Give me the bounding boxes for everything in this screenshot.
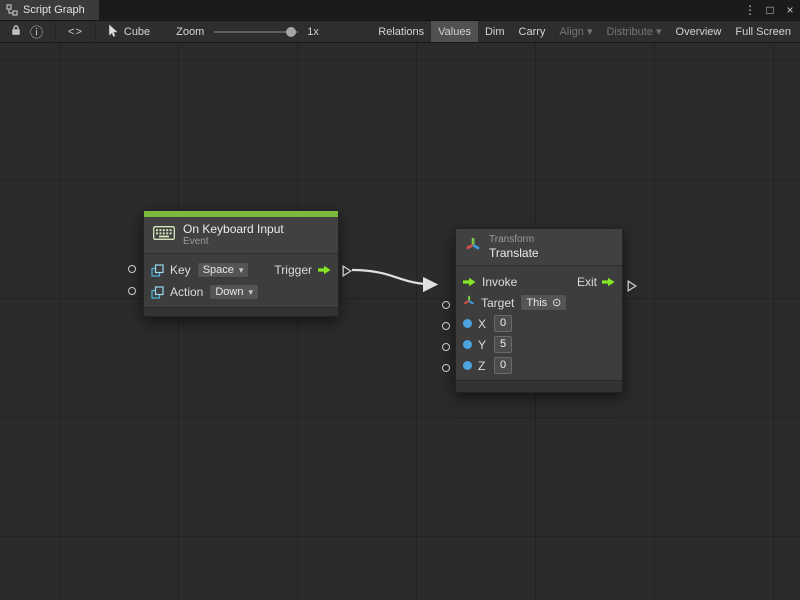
script-graph-icon xyxy=(6,4,18,16)
lock-icon xyxy=(10,24,22,39)
titlebar: Script Graph ⋮ □ × xyxy=(0,0,800,20)
exit-flow-arrow-icon xyxy=(602,277,615,287)
trigger-label: Trigger xyxy=(274,263,312,277)
graph-canvas[interactable]: On Keyboard Input Event Key Space ▾ Trig… xyxy=(0,43,800,600)
node-footer xyxy=(144,307,338,316)
y-input[interactable]: 5 xyxy=(494,336,512,353)
relations-button[interactable]: Relations xyxy=(371,21,431,42)
carry-button[interactable]: Carry xyxy=(512,21,553,42)
toolbar-button-group: Relations Values Dim Carry Align ▾ Distr… xyxy=(371,21,798,42)
z-input[interactable]: 0 xyxy=(494,357,512,374)
overview-button[interactable]: Overview xyxy=(669,21,729,42)
node-category: Transform xyxy=(489,234,539,246)
target-row: Target This ⊙ xyxy=(456,292,622,313)
key-dropdown[interactable]: Space ▾ xyxy=(197,262,250,278)
toolbar-separator xyxy=(95,20,96,43)
invoke-flow-arrow-icon xyxy=(463,277,476,287)
value-input-icon xyxy=(151,286,164,299)
zoom-value: 1x xyxy=(307,26,319,38)
target-object-label: Cube xyxy=(124,26,150,38)
z-value-port[interactable] xyxy=(442,364,450,372)
cursor-icon xyxy=(108,24,119,40)
axis-icon xyxy=(463,295,475,310)
value-port-dot-icon xyxy=(463,319,472,328)
x-field-row: X 0 xyxy=(456,313,622,334)
chevron-down-icon: ▾ xyxy=(248,287,253,298)
maximize-button[interactable]: □ xyxy=(760,0,780,20)
graph-toolbar: ⓘ <> Cube Zoom 1x Relations Values Dim C… xyxy=(0,20,800,43)
zoom-slider-handle[interactable] xyxy=(286,27,296,37)
move-tool-icon xyxy=(465,237,481,258)
key-label: Key xyxy=(170,263,191,277)
target-object-chip[interactable]: This ⊙ xyxy=(520,294,567,311)
zoom-slider[interactable] xyxy=(214,26,298,38)
action-dropdown[interactable]: Down ▾ xyxy=(209,284,259,300)
exit-output-port[interactable] xyxy=(627,279,637,297)
fullscreen-button[interactable]: Full Screen xyxy=(728,21,798,42)
chevron-down-icon: ▾ xyxy=(239,265,244,276)
target-value-port[interactable] xyxy=(442,301,450,309)
node-body: Invoke Exit Target This ⊙ xyxy=(456,266,622,380)
value-input-icon xyxy=(151,264,164,277)
value-port-dot-icon xyxy=(463,361,472,370)
lock-button[interactable] xyxy=(6,21,26,42)
x-input[interactable]: 0 xyxy=(494,315,512,332)
window-controls: ⋮ □ × xyxy=(740,0,800,20)
keyboard-icon xyxy=(153,226,175,245)
distribute-dropdown[interactable]: Distribute ▾ xyxy=(599,21,668,42)
node-body: Key Space ▾ Trigger Action xyxy=(144,254,338,307)
x-value-port[interactable] xyxy=(442,322,450,330)
exit-label: Exit xyxy=(577,275,597,289)
y-value-port[interactable] xyxy=(442,343,450,351)
target-value: This xyxy=(526,297,547,309)
node-title: On Keyboard Input xyxy=(183,222,284,236)
node-on-keyboard-input[interactable]: On Keyboard Input Event Key Space ▾ Trig… xyxy=(143,210,339,317)
action-label: Action xyxy=(170,285,203,299)
tab-label: Script Graph xyxy=(23,4,85,16)
target-label: Target xyxy=(481,296,514,310)
code-icon: <> xyxy=(68,26,83,38)
values-button[interactable]: Values xyxy=(431,21,478,42)
edit-source-button[interactable]: <> xyxy=(64,21,87,42)
y-field-row: Y 5 xyxy=(456,334,622,355)
action-value-port[interactable] xyxy=(128,287,136,295)
graph-target[interactable]: Cube xyxy=(108,24,150,40)
node-translate[interactable]: Transform Translate Invoke Exit xyxy=(455,228,623,393)
node-title: Translate xyxy=(489,246,539,260)
node-subtitle: Event xyxy=(183,236,284,248)
action-dropdown-value: Down xyxy=(215,286,243,298)
toolbar-separator xyxy=(55,20,56,43)
node-header-text: Transform Translate xyxy=(489,234,539,260)
tab-script-graph[interactable]: Script Graph xyxy=(0,0,99,20)
trigger-flow-arrow-icon xyxy=(318,265,331,275)
object-picker-icon: ⊙ xyxy=(552,296,561,309)
x-label: X xyxy=(478,317,488,331)
node-footer xyxy=(456,380,622,392)
node-header[interactable]: Transform Translate xyxy=(456,229,622,266)
close-button[interactable]: × xyxy=(780,0,800,20)
info-button[interactable]: ⓘ xyxy=(26,21,47,42)
info-icon: ⓘ xyxy=(30,22,43,41)
script-graph-window: Script Graph ⋮ □ × ⓘ <> xyxy=(0,0,800,600)
trigger-output-port[interactable] xyxy=(342,264,352,282)
connection-wire[interactable] xyxy=(352,270,436,285)
align-dropdown[interactable]: Align ▾ xyxy=(552,21,599,42)
node-header-text: On Keyboard Input Event xyxy=(183,222,284,248)
connection-wire-layer xyxy=(0,43,800,600)
key-value-port[interactable] xyxy=(128,265,136,273)
key-dropdown-value: Space xyxy=(203,264,234,276)
z-label: Z xyxy=(478,359,488,373)
zoom-label: Zoom xyxy=(176,26,204,38)
key-row: Key Space ▾ Trigger xyxy=(144,259,338,281)
exit-output: Exit xyxy=(577,275,615,289)
z-field-row: Z 0 xyxy=(456,355,622,376)
window-menu-button[interactable]: ⋮ xyxy=(740,0,760,20)
dim-button[interactable]: Dim xyxy=(478,21,512,42)
node-header[interactable]: On Keyboard Input Event xyxy=(144,217,338,254)
value-port-dot-icon xyxy=(463,340,472,349)
invoke-row: Invoke Exit xyxy=(456,271,622,292)
invoke-label: Invoke xyxy=(482,275,517,289)
y-label: Y xyxy=(478,338,488,352)
action-row: Action Down ▾ xyxy=(144,281,338,303)
